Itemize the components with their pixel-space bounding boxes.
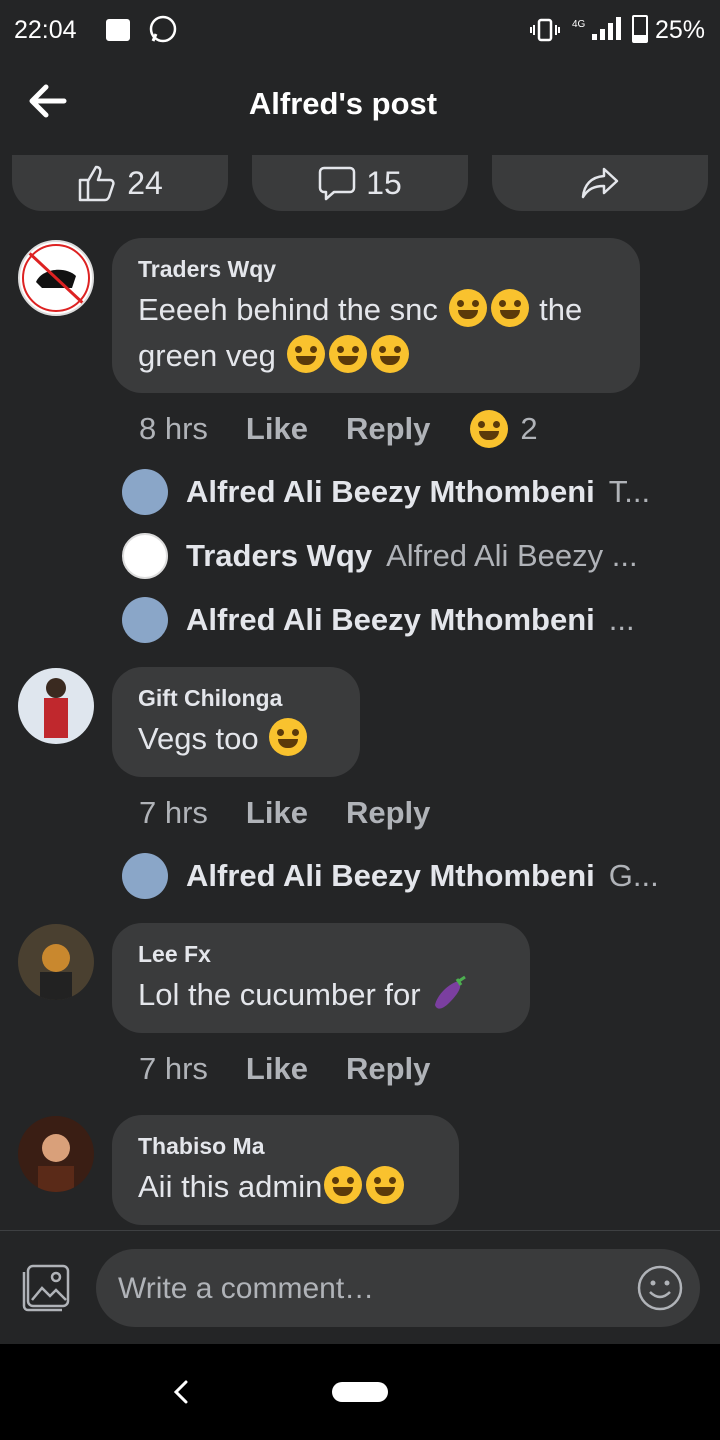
comment-bubble: Thabiso Ma Aii this admin — [112, 1115, 459, 1225]
avatar — [122, 469, 168, 515]
laugh-reaction-icon[interactable] — [470, 410, 509, 448]
battery-icon — [632, 15, 648, 43]
yum-emoji-icon — [448, 289, 487, 327]
comment-input[interactable] — [116, 1249, 620, 1329]
tears-of-joy-emoji-icon — [269, 718, 308, 756]
comment-text: Lol the cucumber for — [138, 972, 504, 1018]
comment-text-part: the — [530, 292, 583, 327]
comment-bubble: Traders Wqy Eeeeh behind the snc the gree… — [112, 238, 640, 393]
svg-text:4G: 4G — [572, 19, 586, 30]
avatar — [122, 853, 168, 899]
comment-text-part: Vegs too — [138, 721, 268, 756]
sweat-smile-emoji-icon — [366, 1166, 405, 1204]
reply-text: G... — [608, 858, 659, 893]
reply-text: T... — [608, 474, 651, 509]
profile-photo-icon — [44, 678, 68, 738]
comment-bubble: Gift Chilonga Vegs too — [112, 667, 360, 777]
yum-emoji-icon — [490, 289, 529, 327]
reply-author: Traders Wqy — [186, 538, 373, 573]
status-bar: 22:04 4G 25% — [0, 0, 720, 60]
avatar[interactable] — [18, 668, 94, 744]
comment-text: Aii this admin — [138, 1164, 433, 1210]
reply-link[interactable]: Reply — [346, 795, 430, 831]
comment-text-part: Lol the cucumber for — [138, 977, 430, 1012]
sweat-smile-emoji-icon — [370, 335, 409, 373]
system-nav-bar — [0, 1344, 720, 1440]
like-link[interactable]: Like — [246, 1051, 308, 1087]
avatar[interactable] — [18, 240, 94, 316]
avatar[interactable] — [18, 924, 94, 1000]
like-link[interactable]: Like — [246, 795, 308, 831]
share-button[interactable] — [492, 155, 708, 211]
reply-preview[interactable]: Traders Wqy Alfred Ali Beezy ... — [122, 528, 682, 584]
comment-text: Vegs too — [138, 716, 334, 762]
comment-composer — [96, 1249, 700, 1329]
comment-author[interactable]: Gift Chilonga — [138, 685, 334, 712]
comment-meta: 8 hrs Like Reply 2 — [139, 410, 576, 448]
comment-author[interactable]: Traders Wqy — [138, 256, 614, 283]
avatar[interactable] — [18, 1116, 94, 1192]
reply-preview[interactable]: Alfred Ali Beezy Mthombeni ... — [122, 592, 682, 648]
status-time: 22:04 — [14, 16, 77, 44]
reply-author: Alfred Ali Beezy Mthombeni — [186, 602, 595, 637]
reply-text: Alfred Ali Beezy ... — [386, 538, 638, 573]
battery-percent: 25% — [655, 16, 706, 44]
signal-icon: 4G — [572, 17, 621, 40]
reply-preview[interactable]: Alfred Ali Beezy Mthombeni T... — [122, 464, 682, 520]
share-icon — [581, 167, 619, 199]
sweat-smile-emoji-icon — [328, 335, 367, 373]
vibrate-icon — [530, 18, 560, 42]
bull-logo-icon — [22, 244, 90, 312]
nav-home-pill[interactable] — [332, 1382, 388, 1402]
like-button[interactable]: 24 — [12, 155, 228, 211]
reply-author: Alfred Ali Beezy Mthombeni — [186, 858, 595, 893]
comment-meta: 7 hrs Like Reply — [139, 1050, 468, 1088]
comment-time: 8 hrs — [139, 411, 208, 446]
comment-button[interactable]: 15 — [252, 155, 468, 211]
whatsapp-icon — [149, 15, 177, 43]
profile-photo-icon — [40, 944, 72, 1000]
reply-link[interactable]: Reply — [346, 411, 430, 447]
like-count: 24 — [127, 164, 163, 201]
comment-time: 7 hrs — [139, 795, 208, 830]
comment-text: Eeeeh behind the snc the green veg — [138, 287, 614, 379]
composer-divider — [0, 1230, 720, 1231]
reply-text: ... — [608, 602, 635, 637]
sweat-smile-emoji-icon — [286, 335, 325, 373]
comment-author[interactable]: Thabiso Ma — [138, 1133, 433, 1160]
profile-photo-icon — [38, 1134, 74, 1192]
comment-text-part: Aii this admin — [138, 1169, 323, 1204]
reply-link[interactable]: Reply — [346, 1051, 430, 1087]
gallery-notification-icon — [106, 19, 130, 41]
reply-author: Alfred Ali Beezy Mthombeni — [186, 474, 595, 509]
comment-bubble: Lee Fx Lol the cucumber for — [112, 923, 530, 1033]
emoji-icon[interactable] — [636, 1264, 684, 1312]
avatar — [122, 533, 168, 579]
photo-icon[interactable] — [22, 1262, 72, 1312]
sweat-smile-emoji-icon — [324, 1166, 363, 1204]
reaction-count[interactable]: 2 — [520, 411, 537, 447]
eggplant-emoji-icon — [435, 975, 467, 1009]
avatar — [122, 597, 168, 643]
nav-back-icon[interactable] — [166, 1374, 196, 1410]
comment-icon — [318, 166, 356, 201]
thumbs-up-icon — [78, 165, 115, 202]
comment-count: 15 — [366, 164, 402, 201]
comment-time: 7 hrs — [139, 1051, 208, 1086]
comment-author[interactable]: Lee Fx — [138, 941, 504, 968]
like-link[interactable]: Like — [246, 411, 308, 447]
page-title: Alfred's post — [248, 86, 438, 121]
comment-text-part: green veg — [138, 338, 285, 373]
reply-preview[interactable]: Alfred Ali Beezy Mthombeni G... — [122, 848, 682, 904]
comment-meta: 7 hrs Like Reply — [139, 794, 468, 832]
comment-text-part: Eeeeh behind the snc — [138, 292, 438, 327]
